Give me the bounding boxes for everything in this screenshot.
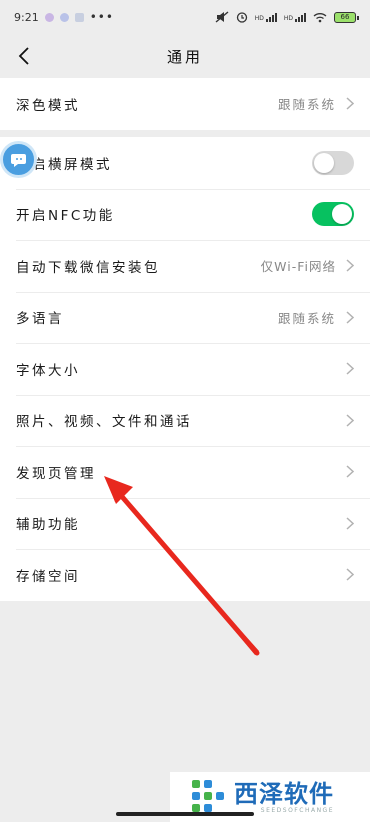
notification-icon (44, 12, 54, 22)
seedsofchange-logo-icon (192, 780, 224, 812)
row-value: 跟随系统 (277, 310, 336, 326)
row-value: 仅Wi-Fi网络 (260, 259, 336, 275)
row-font-size[interactable]: 字体大小 (0, 343, 370, 395)
row-storage[interactable]: 存储空间 (0, 549, 370, 601)
toggle-knob (314, 152, 334, 173)
page-title: 通用 (166, 47, 203, 66)
floating-assistant-button[interactable] (0, 141, 37, 178)
status-time: 9:21 (14, 10, 39, 24)
row-label: 字体大小 (16, 362, 80, 379)
chat-bubble-icon (10, 153, 26, 167)
watermark-text: 西泽软件 SEEDSOFCHANGE (234, 781, 334, 814)
row-auto-download[interactable]: 自动下载微信安装包 仅Wi-Fi网络 (0, 240, 370, 292)
home-indicator[interactable] (116, 812, 254, 816)
row-nfc: 开启NFC功能 (0, 188, 370, 241)
chevron-right-icon (346, 517, 354, 530)
row-label: 照片、视频、文件和通话 (16, 414, 192, 431)
settings-group-display: 深色模式 跟随系统 (0, 78, 370, 130)
row-label: 存储空间 (16, 568, 80, 585)
chevron-right-icon (346, 311, 354, 324)
chevron-right-icon (346, 414, 354, 427)
settings-group-general: 开启横屏模式 开启NFC功能 自动下载微信安装包 仅Wi-Fi网络 多语言 跟随… (0, 137, 370, 601)
row-label: 辅助功能 (16, 517, 80, 534)
row-value: 跟随系统 (277, 97, 336, 113)
landscape-mode-toggle[interactable] (312, 150, 354, 175)
signal-strength-icon: HD (254, 12, 277, 22)
nfc-toggle[interactable] (312, 202, 354, 227)
chevron-right-icon (346, 259, 354, 272)
mute-icon (215, 11, 229, 23)
chevron-right-icon (346, 362, 354, 375)
signal-hd-label: HD (254, 14, 264, 22)
alarm-icon (236, 12, 247, 23)
row-label: 开启NFC功能 (16, 208, 115, 225)
row-accessibility[interactable]: 辅助功能 (0, 497, 370, 550)
battery-level: 66 (340, 13, 350, 21)
toggle-knob (332, 204, 352, 225)
signal-hd-label: HD (283, 14, 293, 22)
row-dark-mode[interactable]: 深色模式 跟随系统 (0, 78, 370, 130)
watermark-title: 西泽软件 (234, 779, 334, 808)
signal-strength-icon: HD (283, 12, 306, 22)
row-label: 发现页管理 (16, 465, 96, 482)
chevron-left-icon (18, 47, 29, 65)
status-bar: 9:21 ••• HD HD 66 (0, 0, 370, 34)
chevron-right-icon (346, 97, 354, 110)
notification-icon (74, 12, 84, 22)
more-notifications-icon: ••• (89, 10, 114, 24)
status-left: 9:21 ••• (14, 10, 114, 24)
row-discover-management[interactable]: 发现页管理 (0, 446, 370, 498)
chevron-right-icon (346, 465, 354, 478)
chevron-right-icon (346, 568, 354, 581)
row-label: 多语言 (16, 311, 64, 328)
title-bar: 通用 (0, 34, 370, 78)
battery-icon: 66 (334, 11, 359, 23)
row-label: 自动下载微信安装包 (16, 259, 160, 276)
notification-icon (59, 12, 69, 22)
back-button[interactable] (8, 40, 40, 72)
status-right: HD HD 66 (215, 11, 359, 23)
wifi-icon (313, 12, 327, 22)
row-media-files-calls[interactable]: 照片、视频、文件和通话 (0, 394, 370, 447)
row-language[interactable]: 多语言 跟随系统 (0, 291, 370, 344)
row-label: 深色模式 (16, 97, 80, 114)
row-landscape-mode: 开启横屏模式 (0, 137, 370, 189)
